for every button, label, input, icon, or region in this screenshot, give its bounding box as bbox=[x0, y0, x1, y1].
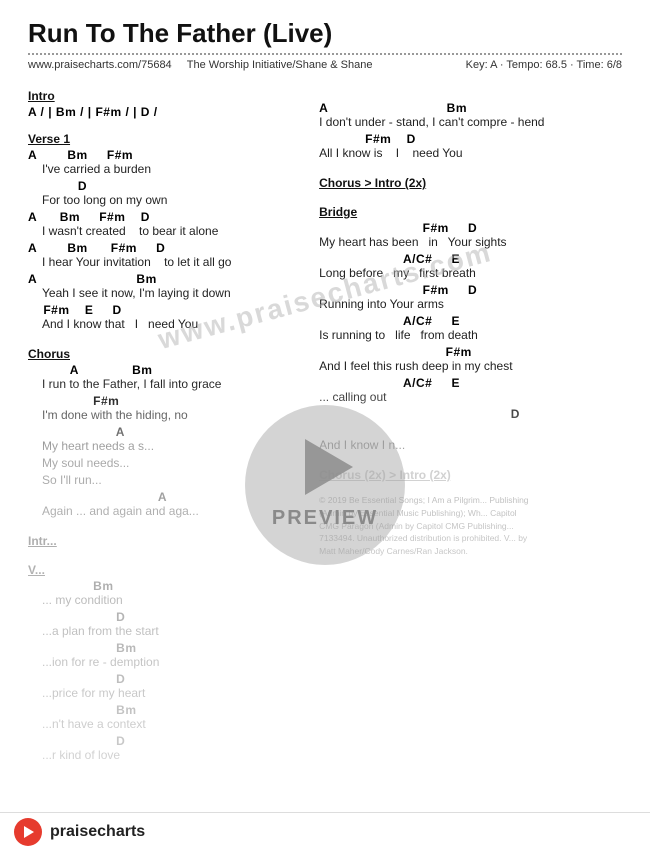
verse1-line2: D For too long on my own bbox=[28, 179, 303, 207]
intro-chords: A / | Bm / | F#m / | D / bbox=[28, 105, 303, 119]
verse1-line6: F#m E D And I know that I need You bbox=[28, 303, 303, 331]
page: Run To The Father (Live) www.praisechart… bbox=[0, 0, 650, 850]
right-line1: A Bm I don't under - stand, I can't comp… bbox=[319, 101, 622, 129]
intro-label: Intro bbox=[28, 89, 303, 103]
chorus-label: Chorus bbox=[28, 347, 303, 361]
bottom-bar: praisecharts bbox=[0, 812, 650, 850]
song-meta: Key: A · Tempo: 68.5 · Time: 6/8 bbox=[466, 59, 622, 71]
chorus-line2: F#m I'm done with the hiding, no bbox=[28, 394, 303, 422]
right-column: A Bm I don't under - stand, I can't comp… bbox=[313, 81, 622, 765]
verse2-line6: D ...r kind of love bbox=[28, 734, 303, 762]
verse2-line2: D ...a plan from the start bbox=[28, 610, 303, 638]
main-content: Intro A / | Bm / | F#m / | D / Verse 1 A… bbox=[28, 81, 622, 765]
song-title: Run To The Father (Live) bbox=[28, 18, 622, 49]
meta-row: www.praisecharts.com/75684 The Worship I… bbox=[28, 59, 622, 71]
bridge-line1: F#m D My heart has been in Your sights bbox=[319, 221, 622, 249]
bridge-line5: F#m And I feel this rush deep in my ches… bbox=[319, 345, 622, 373]
chorus-line3: A My heart needs a s... bbox=[28, 425, 303, 453]
bridge-line2: A/C# E Long before my first breath bbox=[319, 252, 622, 280]
praise-logo[interactable] bbox=[14, 818, 42, 846]
chorus2x-label: Chorus (2x) > Intro (2x) bbox=[319, 468, 622, 482]
verse2-line3: Bm ...ion for re - demption bbox=[28, 641, 303, 669]
chorus-line4: My soul needs... bbox=[28, 456, 303, 470]
verse2-label: V... bbox=[28, 563, 303, 577]
verse1-line5: A Bm Yeah I see it now, I'm laying it do… bbox=[28, 272, 303, 300]
bridge-line4: A/C# E Is running to life from death bbox=[319, 314, 622, 342]
chorus-line1: A Bm I run to the Father, I fall into gr… bbox=[28, 363, 303, 391]
verse1-line1: A Bm F#m I've carried a burden bbox=[28, 148, 303, 176]
bridge-line3: F#m D Running into Your arms bbox=[319, 283, 622, 311]
verse1-label: Verse 1 bbox=[28, 132, 303, 146]
verse2-line1: Bm ... my condition bbox=[28, 579, 303, 607]
left-column: Intro A / | Bm / | F#m / | D / Verse 1 A… bbox=[28, 81, 313, 765]
verse1-line3: A Bm F#m D I wasn't created to bear it a… bbox=[28, 210, 303, 238]
song-url: www.praisecharts.com/75684 The Worship I… bbox=[28, 59, 372, 71]
bridge-line7: D bbox=[319, 407, 622, 435]
intro2-label: Intr... bbox=[28, 534, 303, 548]
brand-name: praisecharts bbox=[50, 823, 145, 841]
divider bbox=[28, 53, 622, 55]
verse1-line4: A Bm F#m D I hear Your invitation to let… bbox=[28, 241, 303, 269]
verse2-line4: D ...price for my heart bbox=[28, 672, 303, 700]
bridge-line8: And I know I n... bbox=[319, 438, 622, 452]
copyright-text: © 2019 Be Essential Songs; I Am a Pilgri… bbox=[319, 494, 622, 558]
verse2-line5: Bm ...n't have a context bbox=[28, 703, 303, 731]
bridge-line6: A/C# E ... calling out bbox=[319, 376, 622, 404]
right-line2: F#m D All I know is I need You bbox=[319, 132, 622, 160]
chorus-line6: A Again ... and again and aga... bbox=[28, 490, 303, 518]
chorus-right-label: Chorus > Intro (2x) bbox=[319, 176, 622, 190]
bridge-label: Bridge bbox=[319, 205, 622, 219]
chorus-line5: So I'll run... bbox=[28, 473, 303, 487]
